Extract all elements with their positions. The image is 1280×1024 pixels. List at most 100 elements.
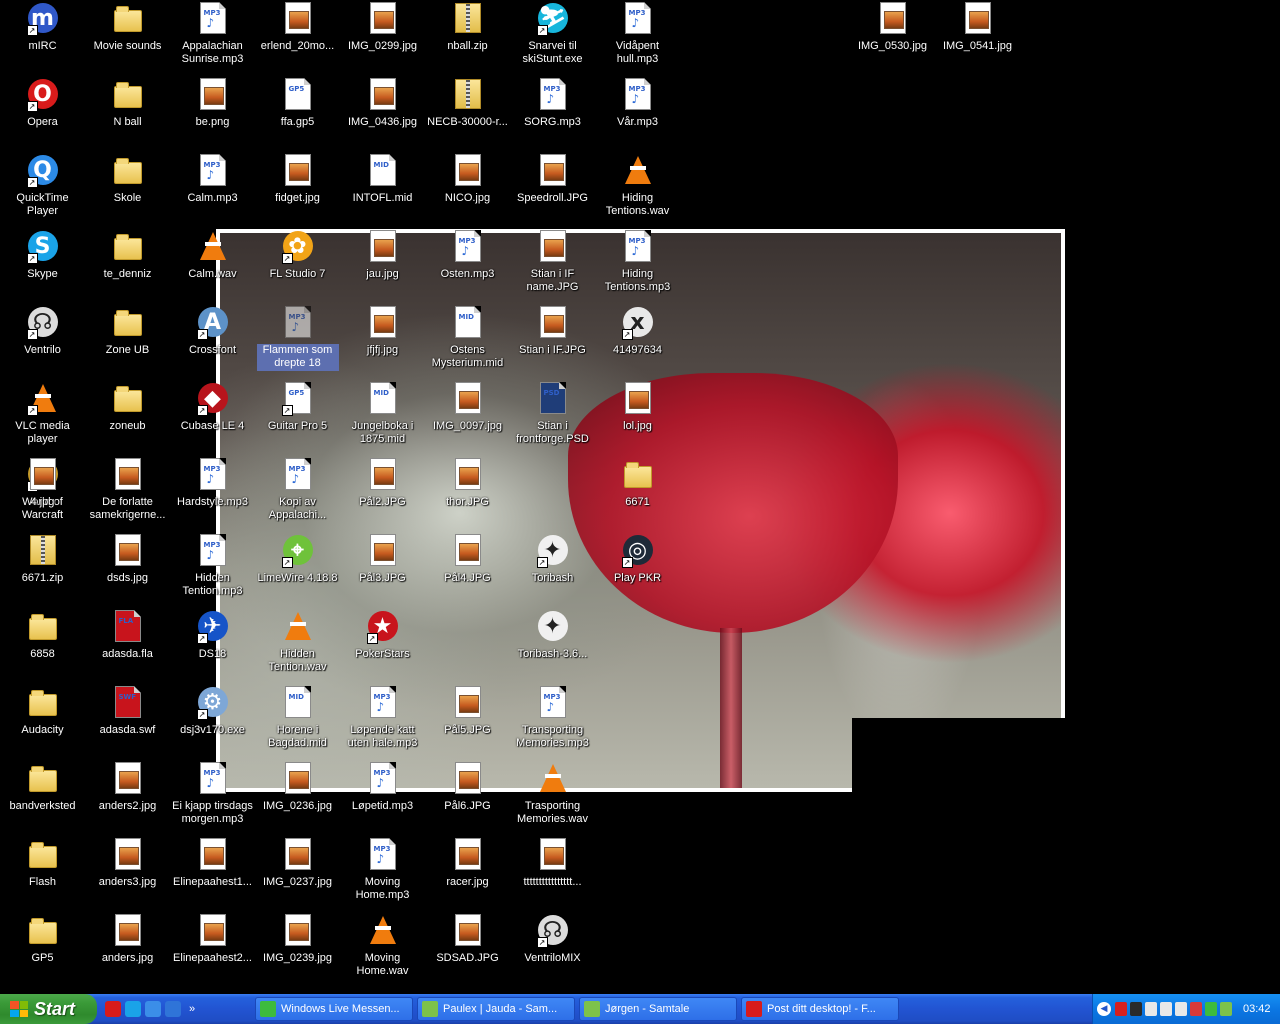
desktop-icon[interactable]: MP3 ♪ Calm.mp3 (170, 152, 255, 226)
desktop-icon[interactable]: MP3 ♪ Hardstyle.mp3 (170, 456, 255, 530)
desktop-icon[interactable]: ⛷ ↗ Snarvei til skiStunt.exe (510, 0, 595, 74)
desktop-icon[interactable]: ☊ ↗ VentriloMIX (510, 912, 595, 986)
steam-icon[interactable] (1130, 1002, 1142, 1016)
desktop-icon[interactable]: Speedroll.JPG (510, 152, 595, 226)
messenger-2-icon[interactable] (1220, 1002, 1232, 1016)
desktop-icon[interactable]: racer.jpg (425, 836, 510, 910)
desktop-icon[interactable]: Hiding Tentions.wav (595, 152, 680, 226)
desktop-icon[interactable]: ◎ ↗ Play PKR (595, 532, 680, 606)
desktop-icon[interactable]: 6858 (0, 608, 85, 682)
desktop-icon[interactable]: PSD Stian i frontforge.PSD (510, 380, 595, 454)
internet-explorer-icon[interactable] (165, 1001, 181, 1017)
messenger-icon[interactable] (1205, 1002, 1217, 1016)
desktop-icon[interactable]: IMG_0299.jpg (340, 0, 425, 74)
desktop-icon[interactable]: dsds.jpg (85, 532, 170, 606)
clock[interactable]: 03:42 (1243, 1003, 1271, 1015)
desktop-icon[interactable]: IMG_0530.jpg (850, 0, 935, 74)
desktop-icon[interactable]: ★ ↗ PokerStars (340, 608, 425, 682)
desktop-icon[interactable]: ✿ ↗ FL Studio 7 (255, 228, 340, 302)
desktop-icon[interactable]: IMG_0436.jpg (340, 76, 425, 150)
desktop-icon[interactable]: jau.jpg (340, 228, 425, 302)
desktop-icon[interactable]: GP5 (0, 912, 85, 986)
desktop-icon[interactable]: thor.JPG (425, 456, 510, 530)
desktop-icon[interactable]: MID INTOFL.mid (340, 152, 425, 226)
desktop-icon[interactable]: MP3 ♪ Vår.mp3 (595, 76, 680, 150)
desktop-icon[interactable]: jfjfj.jpg (340, 304, 425, 378)
desktop-icon[interactable]: MID Ostens Mysterium.mid (425, 304, 510, 378)
network-icon[interactable] (1145, 1002, 1157, 1016)
desktop-icon[interactable]: ↗ VLC media player (0, 380, 85, 454)
desktop-icon[interactable]: Flash (0, 836, 85, 910)
desktop-icon[interactable]: Moving Home.wav (340, 912, 425, 986)
desktop-icon[interactable]: MP3 ♪ Hidden Tention.mp3 (170, 532, 255, 606)
desktop-icon[interactable]: De forlatte samekrigerne... (85, 456, 170, 530)
desktop-icon[interactable]: Pål3.JPG (340, 532, 425, 606)
desktop-icon[interactable]: A ↗ Crossfont (170, 304, 255, 378)
desktop-icon[interactable]: IMG_0097.jpg (425, 380, 510, 454)
desktop-icon[interactable]: bandverksted (0, 760, 85, 834)
desktop-icon[interactable]: be.png (170, 76, 255, 150)
taskbar-window-button[interactable]: Windows Live Messen... (255, 997, 413, 1021)
desktop-icon[interactable]: MP3 ♪ Vidåpent hull.mp3 (595, 0, 680, 74)
browser-icon[interactable] (125, 1001, 141, 1017)
desktop-icon[interactable]: Elinepaahest1... (170, 836, 255, 910)
desktop-icon[interactable]: Skole (85, 152, 170, 226)
desktop-icon[interactable]: MP3 ♪ Transporting Memories.mp3 (510, 684, 595, 758)
desktop-icon[interactable]: MP3 ♪ Løpende katt uten hale.mp3 (340, 684, 425, 758)
desktop-icon[interactable]: MP3 ♪ SORG.mp3 (510, 76, 595, 150)
desktop-icon[interactable]: x ↗ 41497634 (595, 304, 680, 378)
desktop-icon[interactable]: Movie sounds (85, 0, 170, 74)
desktop-icon[interactable]: SWF adasda.swf (85, 684, 170, 758)
desktop-icon[interactable]: 6671.zip (0, 532, 85, 606)
desktop-icon[interactable]: tttttttttttttttt... (510, 836, 595, 910)
desktop-icon[interactable]: Zone UB (85, 304, 170, 378)
desktop-icon[interactable]: ☊ ↗ Ventrilo (0, 304, 85, 378)
desktop-icon[interactable]: m ↗ mIRC (0, 0, 85, 74)
desktop-icon[interactable]: zoneub (85, 380, 170, 454)
desktop-icon[interactable]: Stian i IF.JPG (510, 304, 595, 378)
desktop-icon[interactable]: anders2.jpg (85, 760, 170, 834)
desktop-icon[interactable]: ⚙ ↗ dsj3v170.exe (170, 684, 255, 758)
flag-icon[interactable] (1115, 1002, 1127, 1016)
desktop-icon[interactable]: erlend_20mo... (255, 0, 340, 74)
desktop-icon[interactable]: FLA adasda.fla (85, 608, 170, 682)
desktop-icon[interactable]: NICO.jpg (425, 152, 510, 226)
desktop-icon[interactable]: MP3 ♪ Appalachian Sunrise.mp3 (170, 0, 255, 74)
desktop-icon[interactable]: Audacity (0, 684, 85, 758)
desktop-icon[interactable]: N ball (85, 76, 170, 150)
taskbar-window-button[interactable]: Paulex | Jauda - Sam... (417, 997, 575, 1021)
desktop-icon[interactable]: O ↗ Opera (0, 76, 85, 150)
desktop-icon[interactable]: MP3♪ Flammen som drepte 18 barn.mp3 (255, 304, 340, 378)
desktop-icon[interactable]: fidget.jpg (255, 152, 340, 226)
desktop-icon[interactable]: MP3 ♪ Osten.mp3 (425, 228, 510, 302)
quick-launch-more-button[interactable]: » (189, 1003, 195, 1015)
desktop-icon[interactable]: anders3.jpg (85, 836, 170, 910)
shield-icon[interactable] (1190, 1002, 1202, 1016)
desktop-icon[interactable]: ✈ ↗ DS18 (170, 608, 255, 682)
show-hidden-icons-icon[interactable]: ◀ (1097, 1002, 1111, 1016)
desktop-icon[interactable]: MID Horene i Bagdad.mid (255, 684, 340, 758)
search-icon[interactable] (145, 1001, 161, 1017)
desktop-icon[interactable]: Q ↗ QuickTime Player (0, 152, 85, 226)
desktop-icon[interactable]: GP5 ↗ Guitar Pro 5 (255, 380, 340, 454)
taskbar-window-button[interactable]: Post ditt desktop! - F... (741, 997, 899, 1021)
desktop-icon[interactable]: MP3 ♪ Kopi av Appalachi... (255, 456, 340, 530)
desktop-icon[interactable]: 6671 (595, 456, 680, 530)
desktop-icon[interactable]: MP3 ♪ Hiding Tentions.mp3 (595, 228, 680, 302)
desktop-icon[interactable]: lol.jpg (595, 380, 680, 454)
desktop-icon[interactable]: Elinepaahest2... (170, 912, 255, 986)
desktop-icon[interactable]: ◆ ↗ Cubase LE 4 (170, 380, 255, 454)
desktop-icon[interactable]: ✦ Toribash-3.6... (510, 608, 595, 682)
desktop-icon[interactable]: SDSAD.JPG (425, 912, 510, 986)
desktop-icon[interactable]: Pål6.JPG (425, 760, 510, 834)
start-button[interactable]: Start (0, 994, 97, 1024)
desktop-icon[interactable]: MP3 ♪ Moving Home.mp3 (340, 836, 425, 910)
desktop-icon[interactable]: NECB-30000-r... (425, 76, 510, 150)
desktop-icon[interactable]: MP3 ♪ Ei kjapp tirsdags morgen.mp3 (170, 760, 255, 834)
desktop-icon[interactable]: Pål2.JPG (340, 456, 425, 530)
desktop-icon[interactable]: IMG_0239.jpg (255, 912, 340, 986)
volume-icon[interactable] (1175, 1002, 1187, 1016)
desktop-icon[interactable]: IMG_0237.jpg (255, 836, 340, 910)
audio-driver-icon[interactable] (1160, 1002, 1172, 1016)
desktop-icon[interactable]: te_denniz (85, 228, 170, 302)
